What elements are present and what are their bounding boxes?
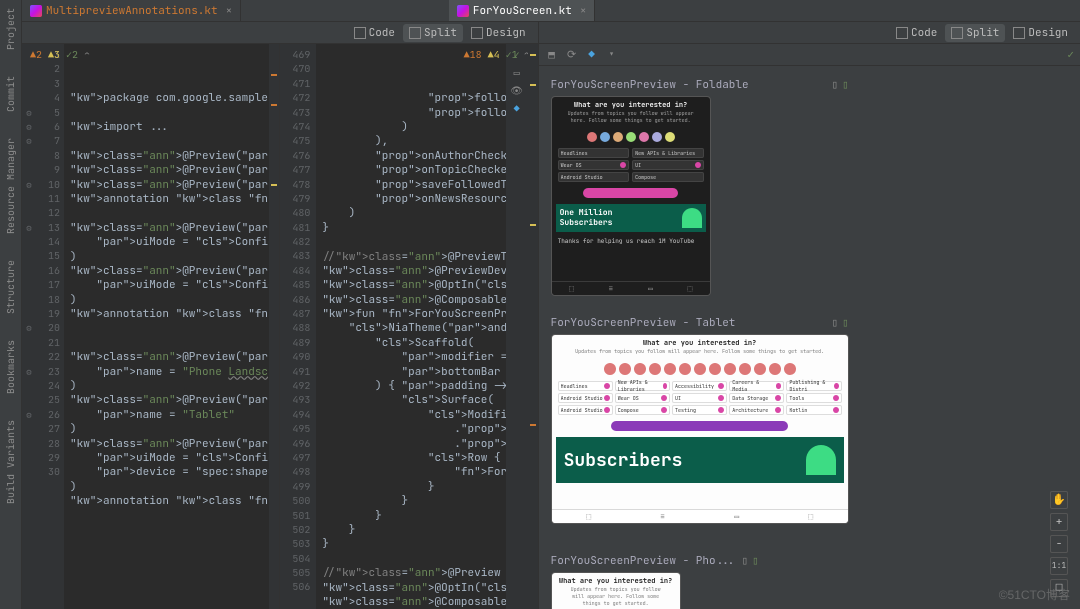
code-icon [896, 27, 908, 39]
view-design-button[interactable]: Design [1007, 24, 1074, 42]
deploy-icon[interactable]: ▯ [842, 78, 849, 92]
close-icon[interactable]: × [226, 4, 233, 18]
inspection-bar[interactable]: ▲18 ▲4 ✓1 ⌃ [464, 48, 506, 62]
deploy-icon[interactable]: ⬒ [545, 48, 559, 62]
zoom-tools: ✋ + − 1:1 □ [1046, 487, 1072, 601]
code-area-left[interactable]: ▲2 ▲3 ✓2 ⌃ "kw">package com.google.sampl… [64, 44, 269, 609]
line-gutter: 4694704714724734744754764774784794804814… [280, 44, 316, 609]
inspection-bar[interactable]: ▲2 ▲3 ✓2 ⌃ [64, 48, 90, 62]
phone-icon[interactable]: ▯ [831, 78, 838, 92]
preview-phone[interactable]: ForYouScreenPreview - Pho...▯▯ What are … [551, 554, 759, 609]
preview-title: ForYouScreenPreview - Tablet [551, 316, 736, 330]
rail-structure[interactable]: Structure [4, 256, 17, 318]
rail-project[interactable]: Project [4, 4, 17, 54]
close-icon[interactable]: × [580, 4, 587, 18]
deploy-icon[interactable]: ▯ [842, 316, 849, 330]
design-icon [471, 27, 483, 39]
deploy-icon[interactable]: ▯ [752, 554, 759, 568]
view-split-button[interactable]: Split [945, 24, 1005, 42]
view-code-button[interactable]: Code [890, 24, 943, 42]
kotlin-icon [30, 5, 42, 17]
check-icon: ✓ [1067, 48, 1074, 62]
tab-label: ForYouScreen.kt [473, 4, 572, 18]
breakpoint-gutter[interactable]: ⚙⚙⚙⚙⚙⚙⚙⚙ [22, 44, 36, 609]
preview-foldable[interactable]: ForYouScreenPreview - Foldable▯▯ What ar… [551, 78, 849, 296]
preview-title: ForYouScreenPreview - Pho... [551, 554, 736, 568]
inspect-gutter: ✓ ▭ 👁 ◆ [506, 44, 528, 609]
tab-label: MultipreviewAnnotations.kt [46, 4, 218, 18]
view-bar-left: Code Split Design [22, 22, 538, 44]
rail-commit[interactable]: Commit [4, 72, 17, 116]
editor-right[interactable]: 4694704714724734744754764774784794804814… [279, 44, 537, 609]
layers-icon[interactable]: ◆ [510, 102, 524, 116]
phone-icon[interactable]: ▯ [831, 316, 838, 330]
editor-left[interactable]: ⚙⚙⚙⚙⚙⚙⚙⚙ 1234567891011121314151617181920… [22, 44, 279, 609]
zoom-out-button[interactable]: − [1050, 535, 1068, 553]
line-gutter: 1234567891011121314151617181920212223242… [36, 44, 64, 609]
editor-tabs: MultipreviewAnnotations.kt × ForYouScree… [22, 0, 1080, 22]
tab-multipreview[interactable]: MultipreviewAnnotations.kt × [22, 0, 241, 21]
eye-icon[interactable]: 👁 [510, 84, 524, 98]
rail-build[interactable]: Build Variants [4, 416, 17, 508]
preview-tablet[interactable]: ForYouScreenPreview - Tablet▯▯ What are … [551, 316, 849, 524]
ruler-icon[interactable]: ▭ [510, 66, 524, 80]
view-bar-right: Code Split Design [539, 22, 1080, 44]
hand-icon[interactable]: ✋ [1050, 491, 1068, 509]
tab-foryouscreen[interactable]: ForYouScreen.kt × [449, 0, 596, 21]
view-code-button[interactable]: Code [348, 24, 401, 42]
layers-icon[interactable]: ◆ [585, 48, 599, 62]
error-stripe[interactable] [269, 44, 279, 609]
rail-resource[interactable]: Resource Manager [4, 134, 17, 238]
code-icon [354, 27, 366, 39]
error-stripe[interactable] [528, 44, 538, 609]
kotlin-icon [457, 5, 469, 17]
left-tool-rail: Project Commit Resource Manager Structur… [0, 0, 22, 609]
design-icon [1013, 27, 1025, 39]
refresh-icon[interactable]: ⟳ [565, 48, 579, 62]
chevron-down-icon[interactable]: ▾ [605, 48, 619, 62]
preview-title: ForYouScreenPreview - Foldable [551, 78, 749, 92]
rail-bookmarks[interactable]: Bookmarks [4, 336, 17, 398]
preview-pane: Code Split Design ⬒ ⟳ ◆ ▾ ✓ ForYouScreen… [538, 22, 1080, 609]
watermark: ©51CTO博客 [999, 586, 1070, 603]
split-icon [409, 27, 421, 39]
view-design-button[interactable]: Design [465, 24, 532, 42]
zoom-ratio[interactable]: 1:1 [1050, 557, 1068, 575]
phone-icon[interactable]: ▯ [741, 554, 748, 568]
zoom-in-button[interactable]: + [1050, 513, 1068, 531]
split-icon [951, 27, 963, 39]
view-split-button[interactable]: Split [403, 24, 463, 42]
code-area-right[interactable]: ▲18 ▲4 ✓1 ⌃ "prop">followableAuthor17, "… [316, 44, 505, 609]
